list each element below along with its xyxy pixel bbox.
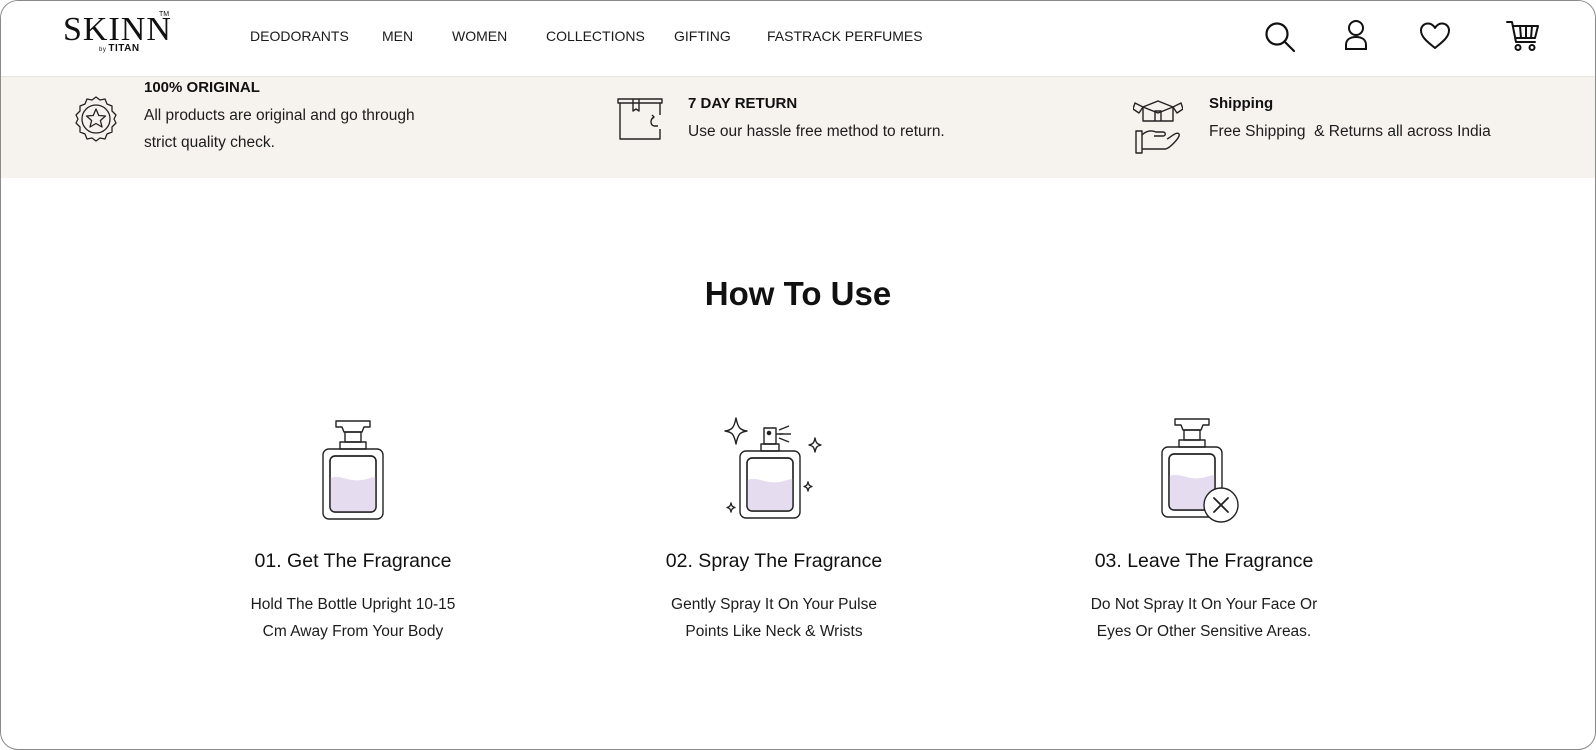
step-desc-1-line1: Hold The Bottle Upright 10-15 [250, 596, 456, 613]
quality-badge-icon [72, 95, 120, 148]
nav-item-men[interactable]: MEN [382, 27, 413, 45]
how-to-use-step-3: 03. Leave The Fragrance Do Not Spray It … [1054, 416, 1354, 640]
search-icon[interactable] [1264, 21, 1296, 53]
step-desc-2-line1: Gently Spray It On Your Pulse [671, 596, 877, 613]
page-frame: SKINN TM by TITAN DEODORANTS MEN WOMEN CO… [0, 0, 1596, 750]
cart-icon[interactable] [1506, 20, 1540, 52]
logo-trademark: TM [159, 11, 170, 18]
benefits-strip: 100% ORIGINAL All products are original … [1, 77, 1595, 178]
nav-item-fastrack-perfumes[interactable]: FASTRACK PERFUMES [767, 27, 923, 45]
step-desc-1-line2: Cm Away From Your Body [262, 623, 444, 640]
brand-logo[interactable]: SKINN TM by TITAN [63, 11, 171, 57]
step-desc-3-line1: Do Not Spray It On Your Face Or [1090, 596, 1318, 613]
perfume-spray-icon [719, 416, 829, 526]
benefit-text-original-line1: All products are original and go through [144, 107, 415, 124]
benefit-text-original-line2: strict quality check. [144, 134, 275, 151]
return-box-icon [616, 97, 664, 146]
benefit-text-shipping: Free Shipping & Returns all across India [1209, 123, 1491, 140]
step-desc-3: Do Not Spray It On Your Face Or Eyes Or … [1054, 591, 1354, 645]
perfume-bottle-icon [318, 416, 388, 526]
shipping-hand-icon [1132, 97, 1184, 160]
step-title-3: 03. Leave The Fragrance [1094, 550, 1314, 572]
benefit-title-return: 7 DAY RETURN [688, 95, 798, 112]
benefit-title-shipping: Shipping [1209, 95, 1274, 112]
how-to-use-title: How To Use [704, 275, 892, 312]
step-desc-2-line2: Points Like Neck & Wrists [685, 623, 863, 640]
account-icon[interactable] [1344, 19, 1368, 51]
benefit-text-return: Use our hassle free method to return. [688, 123, 945, 140]
wishlist-heart-icon[interactable] [1419, 22, 1451, 50]
nav-item-women[interactable]: WOMEN [452, 27, 507, 45]
nav-item-gifting[interactable]: GIFTING [674, 27, 731, 45]
step-title-1: 01. Get The Fragrance [254, 550, 452, 572]
how-to-use-step-1: 01. Get The Fragrance Hold The Bottle Up… [203, 416, 503, 640]
step-title-2: 02. Spray The Fragrance [665, 550, 883, 572]
logo-subtitle: by TITAN [99, 43, 140, 54]
site-header: SKINN TM by TITAN DEODORANTS MEN WOMEN CO… [1, 1, 1595, 77]
how-to-use-step-2: 02. Spray The Fragrance Gently Spray It … [624, 416, 924, 640]
step-desc-2: Gently Spray It On Your Pulse Points Lik… [624, 591, 924, 645]
nav-item-deodorants[interactable]: DEODORANTS [250, 27, 349, 45]
step-desc-1: Hold The Bottle Upright 10-15 Cm Away Fr… [203, 591, 503, 645]
nav-item-collections[interactable]: COLLECTIONS [546, 27, 645, 45]
logo-wordmark: SKINN [63, 11, 172, 48]
step-desc-3-line2: Eyes Or Other Sensitive Areas. [1096, 623, 1312, 640]
perfume-no-face-icon [1149, 416, 1259, 528]
benefit-title-original: 100% ORIGINAL [144, 79, 260, 96]
